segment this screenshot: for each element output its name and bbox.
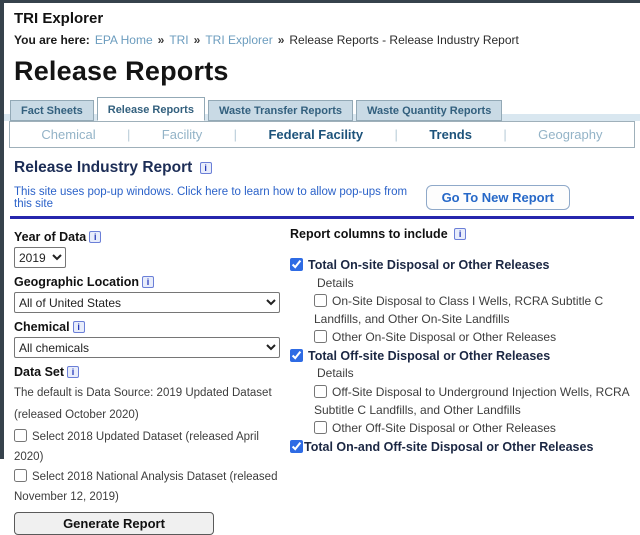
- offsite-underground-injection-row[interactable]: Off-Site Disposal to Underground Injecti…: [314, 383, 640, 419]
- tab-waste-transfer-reports[interactable]: Waste Transfer Reports: [208, 100, 353, 121]
- dataset-2018-updated-checkbox[interactable]: [14, 429, 27, 442]
- total-offsite-group-row[interactable]: Total Off-site Disposal or Other Release…: [290, 348, 640, 366]
- main-content: Year of Datai 2019 Geographic Locationi …: [4, 227, 640, 535]
- details-label: Details: [317, 365, 640, 382]
- chemical-label: Chemicali: [14, 320, 290, 334]
- report-columns-heading: Report columns to include i: [290, 227, 640, 241]
- subnav-item-chemical[interactable]: Chemical: [41, 127, 95, 142]
- total-on-and-offsite-checkbox[interactable]: [290, 440, 303, 453]
- details-label: Details: [317, 275, 640, 292]
- breadcrumb-separator: »: [158, 33, 165, 47]
- breadcrumb-link-tri[interactable]: TRI: [169, 33, 188, 47]
- dataset-2018-updated-checkbox-row[interactable]: Select 2018 Updated Dataset (released Ap…: [14, 427, 286, 467]
- other-onsite-disposal-row[interactable]: Other On-Site Disposal or Other Releases: [314, 328, 640, 346]
- dataset-2018-national-checkbox-row[interactable]: Select 2018 National Analysis Dataset (r…: [14, 467, 286, 507]
- breadcrumb: You are here: EPA Home » TRI » TRI Explo…: [14, 33, 640, 47]
- report-columns-panel: Report columns to include i Total On-sit…: [290, 227, 640, 535]
- subnav-divider: |: [127, 127, 130, 142]
- breadcrumb-separator: »: [194, 33, 201, 47]
- query-form: Year of Datai 2019 Geographic Locationi …: [14, 227, 290, 535]
- total-offsite-label: Total Off-site Disposal or Other Release…: [308, 349, 550, 363]
- page-title: Release Reports: [14, 56, 640, 87]
- subnav-divider: |: [503, 127, 506, 142]
- chemical-select[interactable]: All chemicals: [14, 337, 280, 358]
- other-offsite-disposal-label: Other Off-Site Disposal or Other Release…: [332, 421, 556, 435]
- data-set-default-note: The default is Data Source: 2019 Updated…: [14, 382, 284, 427]
- total-on-and-offsite-group-row[interactable]: Total On-and Off-site Disposal or Other …: [290, 439, 640, 457]
- geographic-location-label-text: Geographic Location: [14, 275, 139, 289]
- tab-release-reports[interactable]: Release Reports: [97, 97, 205, 121]
- subnav-item-trends[interactable]: Trends: [429, 127, 472, 142]
- tab-fact-sheets[interactable]: Fact Sheets: [10, 100, 94, 121]
- data-set-label-text: Data Set: [14, 365, 64, 379]
- geographic-location-select[interactable]: All of United States: [14, 292, 280, 313]
- app-title: TRI Explorer: [14, 10, 640, 27]
- offsite-underground-injection-checkbox[interactable]: [314, 385, 327, 398]
- tab-waste-quantity-reports[interactable]: Waste Quantity Reports: [356, 100, 502, 121]
- data-set-label: Data Seti: [14, 365, 290, 379]
- geographic-location-label: Geographic Locationi: [14, 275, 290, 289]
- info-icon[interactable]: i: [73, 321, 85, 333]
- report-title: Release Industry Report i: [14, 159, 640, 177]
- breadcrumb-link-epa-home[interactable]: EPA Home: [95, 33, 153, 47]
- year-of-data-label: Year of Datai: [14, 230, 290, 244]
- total-on-and-offsite-label: Total On-and Off-site Disposal or Other …: [304, 440, 593, 454]
- subnav-item-geography[interactable]: Geography: [538, 127, 602, 142]
- popup-note-row: This site uses pop-up windows. Click her…: [14, 185, 570, 210]
- subnav-divider: |: [395, 127, 398, 142]
- offsite-underground-injection-label: Off-Site Disposal to Underground Injecti…: [314, 385, 629, 417]
- report-title-text: Release Industry Report: [14, 159, 192, 176]
- year-select[interactable]: 2019: [14, 247, 66, 268]
- onsite-class1-wells-row[interactable]: On-Site Disposal to Class I Wells, RCRA …: [314, 292, 640, 328]
- info-icon[interactable]: i: [142, 276, 154, 288]
- breadcrumb-link-tri-explorer[interactable]: TRI Explorer: [205, 33, 272, 47]
- subnav-divider: |: [234, 127, 237, 142]
- go-to-new-report-button[interactable]: Go To New Report: [426, 185, 570, 210]
- onsite-class1-wells-label: On-Site Disposal to Class I Wells, RCRA …: [314, 294, 603, 326]
- breadcrumb-prefix: You are here:: [14, 33, 90, 47]
- total-onsite-checkbox[interactable]: [290, 258, 303, 271]
- tab-bar: Fact Sheets Release Reports Waste Transf…: [4, 97, 640, 121]
- generate-report-button[interactable]: Generate Report: [14, 512, 214, 535]
- report-columns-heading-text: Report columns to include: [290, 227, 448, 241]
- dataset-2018-updated-label: Select 2018 Updated Dataset (released Ap…: [14, 431, 259, 463]
- onsite-class1-wells-checkbox[interactable]: [314, 294, 327, 307]
- chemical-label-text: Chemical: [14, 320, 70, 334]
- subnav-item-federal-facility[interactable]: Federal Facility: [268, 127, 363, 142]
- subnav: Chemical | Facility | Federal Facility |…: [9, 121, 635, 148]
- info-icon[interactable]: i: [89, 231, 101, 243]
- other-onsite-disposal-checkbox[interactable]: [314, 330, 327, 343]
- total-offsite-checkbox[interactable]: [290, 349, 303, 362]
- info-icon[interactable]: i: [454, 228, 466, 240]
- subnav-item-facility[interactable]: Facility: [162, 127, 202, 142]
- breadcrumb-current: Release Reports - Release Industry Repor…: [289, 33, 518, 47]
- breadcrumb-separator: »: [278, 33, 285, 47]
- dataset-2018-national-checkbox[interactable]: [14, 469, 27, 482]
- other-onsite-disposal-label: Other On-Site Disposal or Other Releases: [332, 330, 556, 344]
- page: TRI Explorer You are here: EPA Home » TR…: [0, 0, 640, 459]
- info-icon[interactable]: i: [67, 366, 79, 378]
- divider-rule: [10, 216, 634, 219]
- other-offsite-disposal-row[interactable]: Other Off-Site Disposal or Other Release…: [314, 419, 640, 437]
- other-offsite-disposal-checkbox[interactable]: [314, 421, 327, 434]
- year-of-data-label-text: Year of Data: [14, 230, 86, 244]
- info-icon[interactable]: i: [200, 162, 212, 174]
- total-onsite-group-row[interactable]: Total On-site Disposal or Other Releases: [290, 257, 640, 275]
- dataset-2018-national-label: Select 2018 National Analysis Dataset (r…: [14, 471, 277, 503]
- popup-note[interactable]: This site uses pop-up windows. Click her…: [14, 186, 426, 210]
- total-onsite-label: Total On-site Disposal or Other Releases: [308, 258, 550, 272]
